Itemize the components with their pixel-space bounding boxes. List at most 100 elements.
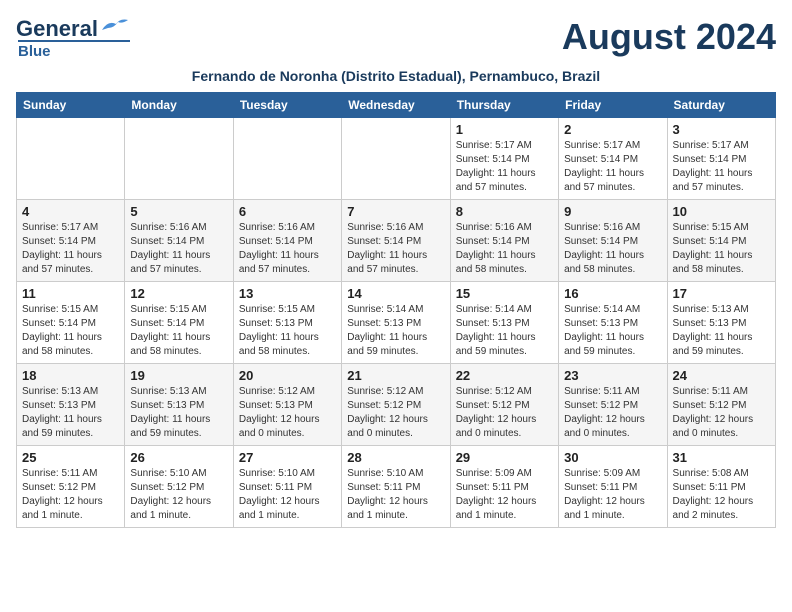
weekday-header-saturday: Saturday: [667, 93, 775, 118]
day-number: 27: [239, 450, 336, 465]
calendar-cell: 9Sunrise: 5:16 AMSunset: 5:14 PMDaylight…: [559, 200, 667, 282]
calendar-cell: 24Sunrise: 5:11 AMSunset: 5:12 PMDayligh…: [667, 364, 775, 446]
calendar-cell: 1 Sunrise: 5:17 AMSunset: 5:14 PMDaylight…: [450, 118, 558, 200]
calendar-cell: 22Sunrise: 5:12 AMSunset: 5:12 PMDayligh…: [450, 364, 558, 446]
weekday-header-row: SundayMondayTuesdayWednesdayThursdayFrid…: [17, 93, 776, 118]
day-info: Sunrise: 5:17 AMSunset: 5:14 PMDaylight:…: [456, 139, 553, 195]
calendar-cell: 4 Sunrise: 5:17 AMSunset: 5:14 PMDaylight…: [17, 200, 125, 282]
day-info: Sunrise: 5:10 AMSunset: 5:11 PMDaylight:…: [347, 467, 444, 523]
calendar-week-row-4: 18 Sunrise: 5:13 AMSunset: 5:13 PMDayligh…: [17, 364, 776, 446]
day-info: Sunrise: 5:16 AMSunset: 5:14 PMDaylight:…: [239, 221, 336, 277]
day-number: 23: [564, 368, 661, 383]
calendar-cell: 8 Sunrise: 5:16 AMSunset: 5:14 PMDaylight…: [450, 200, 558, 282]
calendar-cell: 27 Sunrise: 5:10 AMSunset: 5:11 PMDayligh…: [233, 446, 341, 528]
day-number: 14: [347, 286, 444, 301]
weekday-header-tuesday: Tuesday: [233, 93, 341, 118]
day-number: 29: [456, 450, 553, 465]
weekday-header-friday: Friday: [559, 93, 667, 118]
day-number: 6: [239, 204, 336, 219]
day-number: 26: [130, 450, 227, 465]
day-info: Sunrise: 5:17 AMSunset: 5:14 PMDaylight:…: [22, 221, 119, 277]
day-info: Sunrise: 5:14 AMSunset: 5:13 PMDaylight:…: [456, 303, 553, 359]
day-info: Sunrise: 5:17 AMSunset: 5:14 PMDaylight:…: [673, 139, 770, 195]
day-number: 19: [130, 368, 227, 383]
day-number: 17: [673, 286, 770, 301]
day-info: Sunrise: 5:12 AMSunset: 5:12 PMDaylight:…: [347, 385, 444, 441]
calendar-cell: 11Sunrise: 5:15 AMSunset: 5:14 PMDayligh…: [17, 282, 125, 364]
calendar-cell: 7 Sunrise: 5:16 AMSunset: 5:14 PMDaylight…: [342, 200, 450, 282]
calendar-cell: 21 Sunrise: 5:12 AMSunset: 5:12 PMDayligh…: [342, 364, 450, 446]
day-number: 4: [22, 204, 119, 219]
day-number: 18: [22, 368, 119, 383]
weekday-header-sunday: Sunday: [17, 93, 125, 118]
calendar-cell: [342, 118, 450, 200]
page-header: General Blue August 2024: [16, 16, 776, 60]
logo-blue-text: Blue: [18, 40, 130, 60]
day-info: Sunrise: 5:09 AMSunset: 5:11 PMDaylight:…: [456, 467, 553, 523]
day-info: Sunrise: 5:14 AMSunset: 5:13 PMDaylight:…: [564, 303, 661, 359]
calendar-cell: 30Sunrise: 5:09 AMSunset: 5:11 PMDayligh…: [559, 446, 667, 528]
day-info: Sunrise: 5:17 AMSunset: 5:14 PMDaylight:…: [564, 139, 661, 195]
calendar-week-row-1: 1 Sunrise: 5:17 AMSunset: 5:14 PMDaylight…: [17, 118, 776, 200]
calendar-cell: 5Sunrise: 5:16 AMSunset: 5:14 PMDaylight…: [125, 200, 233, 282]
day-info: Sunrise: 5:11 AMSunset: 5:12 PMDaylight:…: [22, 467, 119, 523]
calendar-cell: 29 Sunrise: 5:09 AMSunset: 5:11 PMDayligh…: [450, 446, 558, 528]
calendar-cell: [233, 118, 341, 200]
day-info: Sunrise: 5:16 AMSunset: 5:14 PMDaylight:…: [347, 221, 444, 277]
logo-bird-icon: [100, 16, 130, 38]
day-info: Sunrise: 5:15 AMSunset: 5:14 PMDaylight:…: [673, 221, 770, 277]
day-info: Sunrise: 5:15 AMSunset: 5:14 PMDaylight:…: [22, 303, 119, 359]
day-number: 24: [673, 368, 770, 383]
calendar-cell: 2Sunrise: 5:17 AMSunset: 5:14 PMDaylight…: [559, 118, 667, 200]
day-info: Sunrise: 5:09 AMSunset: 5:11 PMDaylight:…: [564, 467, 661, 523]
calendar-week-row-3: 11Sunrise: 5:15 AMSunset: 5:14 PMDayligh…: [17, 282, 776, 364]
day-number: 13: [239, 286, 336, 301]
day-info: Sunrise: 5:13 AMSunset: 5:13 PMDaylight:…: [130, 385, 227, 441]
logo-general-text: General: [16, 16, 98, 42]
day-info: Sunrise: 5:10 AMSunset: 5:12 PMDaylight:…: [130, 467, 227, 523]
calendar-cell: 31 Sunrise: 5:08 AMSunset: 5:11 PMDayligh…: [667, 446, 775, 528]
calendar-cell: 3Sunrise: 5:17 AMSunset: 5:14 PMDaylight…: [667, 118, 775, 200]
calendar-cell: 26 Sunrise: 5:10 AMSunset: 5:12 PMDayligh…: [125, 446, 233, 528]
day-number: 1: [456, 122, 553, 137]
day-info: Sunrise: 5:10 AMSunset: 5:11 PMDaylight:…: [239, 467, 336, 523]
calendar-cell: 13 Sunrise: 5:15 AMSunset: 5:13 PMDayligh…: [233, 282, 341, 364]
day-number: 21: [347, 368, 444, 383]
calendar-cell: 18 Sunrise: 5:13 AMSunset: 5:13 PMDayligh…: [17, 364, 125, 446]
day-number: 16: [564, 286, 661, 301]
calendar-cell: 19 Sunrise: 5:13 AMSunset: 5:13 PMDayligh…: [125, 364, 233, 446]
calendar-cell: [125, 118, 233, 200]
day-number: 31: [673, 450, 770, 465]
calendar-cell: 15Sunrise: 5:14 AMSunset: 5:13 PMDayligh…: [450, 282, 558, 364]
day-info: Sunrise: 5:13 AMSunset: 5:13 PMDaylight:…: [22, 385, 119, 441]
day-number: 5: [130, 204, 227, 219]
calendar-cell: 28 Sunrise: 5:10 AMSunset: 5:11 PMDayligh…: [342, 446, 450, 528]
calendar-cell: 14Sunrise: 5:14 AMSunset: 5:13 PMDayligh…: [342, 282, 450, 364]
calendar-cell: 25 Sunrise: 5:11 AMSunset: 5:12 PMDayligh…: [17, 446, 125, 528]
day-info: Sunrise: 5:16 AMSunset: 5:14 PMDaylight:…: [456, 221, 553, 277]
calendar-cell: 20 Sunrise: 5:12 AMSunset: 5:13 PMDayligh…: [233, 364, 341, 446]
day-number: 8: [456, 204, 553, 219]
day-info: Sunrise: 5:15 AMSunset: 5:13 PMDaylight:…: [239, 303, 336, 359]
day-number: 20: [239, 368, 336, 383]
weekday-header-wednesday: Wednesday: [342, 93, 450, 118]
logo: General Blue: [16, 16, 130, 60]
calendar-cell: 12 Sunrise: 5:15 AMSunset: 5:14 PMDayligh…: [125, 282, 233, 364]
day-number: 25: [22, 450, 119, 465]
day-info: Sunrise: 5:15 AMSunset: 5:14 PMDaylight:…: [130, 303, 227, 359]
month-title: August 2024: [562, 16, 776, 58]
day-number: 7: [347, 204, 444, 219]
weekday-header-thursday: Thursday: [450, 93, 558, 118]
day-number: 9: [564, 204, 661, 219]
location-title: Fernando de Noronha (Distrito Estadual),…: [16, 68, 776, 84]
day-number: 28: [347, 450, 444, 465]
calendar-cell: 17 Sunrise: 5:13 AMSunset: 5:13 PMDayligh…: [667, 282, 775, 364]
calendar-cell: 23Sunrise: 5:11 AMSunset: 5:12 PMDayligh…: [559, 364, 667, 446]
day-info: Sunrise: 5:12 AMSunset: 5:13 PMDaylight:…: [239, 385, 336, 441]
day-info: Sunrise: 5:08 AMSunset: 5:11 PMDaylight:…: [673, 467, 770, 523]
day-number: 12: [130, 286, 227, 301]
day-info: Sunrise: 5:13 AMSunset: 5:13 PMDaylight:…: [673, 303, 770, 359]
weekday-header-monday: Monday: [125, 93, 233, 118]
day-number: 10: [673, 204, 770, 219]
calendar-week-row-5: 25 Sunrise: 5:11 AMSunset: 5:12 PMDayligh…: [17, 446, 776, 528]
